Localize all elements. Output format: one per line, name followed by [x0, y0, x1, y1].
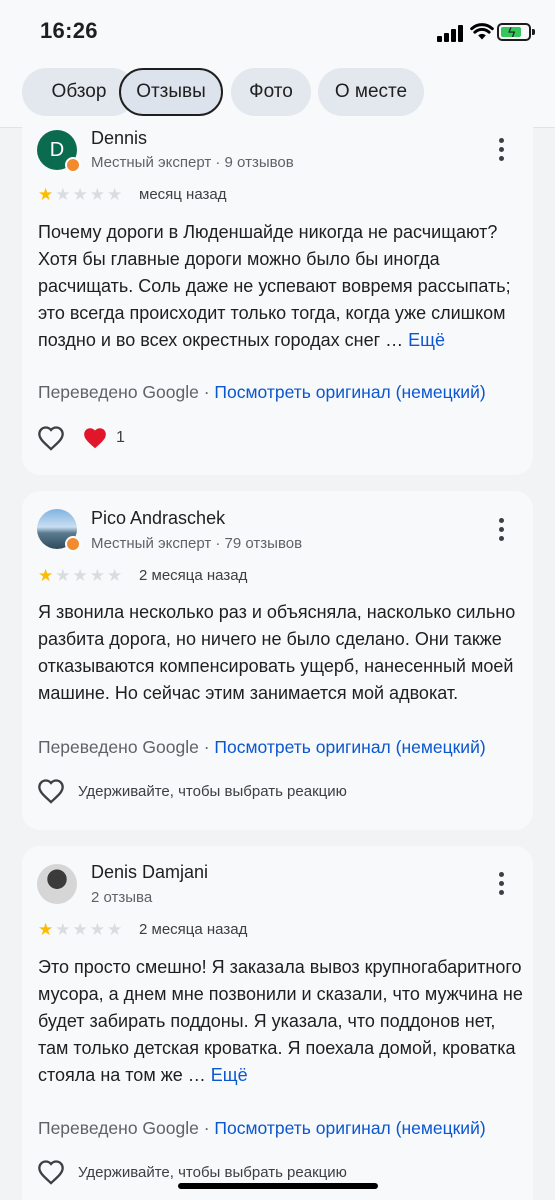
star-empty-icon: ★: [89, 566, 105, 585]
avatar[interactable]: [37, 509, 81, 552]
star-empty-icon: ★: [107, 920, 123, 939]
status-bar: 16:26 ϟ: [0, 0, 555, 62]
star-empty-icon: ★: [72, 185, 88, 204]
star-empty-icon: ★: [55, 920, 71, 939]
reviewer-name[interactable]: Dennis: [91, 128, 147, 149]
star-empty-icon: ★: [55, 566, 71, 585]
star-filled-icon: ★: [38, 566, 54, 585]
more-options-icon[interactable]: [494, 518, 508, 542]
translation-note: Переведено Google · Посмотреть оригинал …: [38, 382, 486, 402]
reviewer-name[interactable]: Denis Damjani: [91, 862, 208, 883]
see-original-link[interactable]: Посмотреть оригинал (немецкий): [214, 382, 485, 402]
avatar[interactable]: [37, 864, 77, 904]
star-filled-icon: ★: [38, 920, 54, 939]
translated-by-label: Переведено Google: [38, 737, 199, 757]
local-guide-badge-icon: [65, 536, 81, 552]
reviewer-meta: Местный эксперт · 79 отзывов: [91, 535, 303, 552]
review-text: Почему дороги в Люденшайде никогда не ра…: [38, 219, 528, 354]
tab-reviews[interactable]: Отзывы: [119, 68, 223, 116]
reaction-hint: Удерживайте, чтобы выбрать реакцию: [78, 783, 347, 800]
tab-about[interactable]: О месте: [318, 68, 424, 116]
star-rating: ★ ★ ★ ★ ★: [38, 186, 122, 203]
star-empty-icon: ★: [107, 566, 123, 585]
review-date: 2 месяца назад: [139, 567, 248, 584]
review-date: 2 месяца назад: [139, 921, 248, 938]
review-date: месяц назад: [139, 186, 227, 203]
star-empty-icon: ★: [72, 566, 88, 585]
battery-icon: ϟ: [497, 23, 535, 41]
review-body: Это просто смешно! Я заказала вывоз круп…: [38, 957, 523, 1085]
reactions[interactable]: 1: [82, 426, 125, 450]
cellular-signal-icon: [437, 25, 463, 42]
status-time: 16:26: [40, 18, 98, 43]
review-text: Я звонила несколько раз и объясняла, нас…: [38, 602, 516, 703]
red-heart-icon: [84, 428, 106, 449]
star-empty-icon: ★: [55, 185, 71, 204]
local-guide-badge-icon: [65, 157, 81, 173]
star-filled-icon: ★: [38, 185, 54, 204]
star-empty-icon: ★: [89, 920, 105, 939]
star-rating: ★ ★ ★ ★ ★: [38, 921, 122, 938]
translated-by-label: Переведено Google: [38, 382, 199, 402]
avatar-letter: D: [49, 138, 65, 161]
avatar[interactable]: D: [37, 130, 81, 173]
reaction-count: 1: [116, 429, 125, 446]
star-rating: ★ ★ ★ ★ ★: [38, 567, 122, 584]
like-heart-icon[interactable]: [37, 1159, 65, 1185]
like-heart-icon[interactable]: [37, 425, 65, 451]
review-text: Это просто смешно! Я заказала вывоз круп…: [38, 954, 528, 1089]
reaction-hint: Удерживайте, чтобы выбрать реакцию: [78, 1164, 347, 1181]
wifi-icon: [470, 23, 494, 40]
tab-photos[interactable]: Фото: [231, 68, 311, 116]
translated-by-label: Переведено Google: [38, 1118, 199, 1138]
home-indicator[interactable]: [178, 1183, 378, 1189]
more-options-icon[interactable]: [494, 138, 508, 162]
translation-note: Переведено Google · Посмотреть оригинал …: [38, 1118, 486, 1138]
review-card: Denis Damjani 2 отзыва ★ ★ ★ ★ ★ 2 месяц…: [22, 846, 533, 1200]
star-empty-icon: ★: [72, 920, 88, 939]
star-empty-icon: ★: [107, 185, 123, 204]
more-link[interactable]: Ещё: [211, 1065, 248, 1085]
reviewer-name[interactable]: Pico Andraschek: [91, 508, 225, 529]
star-empty-icon: ★: [89, 185, 105, 204]
see-original-link[interactable]: Посмотреть оригинал (немецкий): [214, 1118, 485, 1138]
reviewer-meta: Местный эксперт · 9 отзывов: [91, 154, 294, 171]
reviewer-meta: 2 отзыва: [91, 889, 153, 906]
like-heart-icon[interactable]: [37, 778, 65, 804]
more-link[interactable]: Ещё: [408, 330, 445, 350]
review-card: D Dennis Местный эксперт · 9 отзывов ★ ★…: [22, 118, 533, 475]
more-options-icon[interactable]: [494, 872, 508, 896]
review-card: Pico Andraschek Местный эксперт · 79 отз…: [22, 491, 533, 830]
translation-note: Переведено Google · Посмотреть оригинал …: [38, 737, 486, 757]
see-original-link[interactable]: Посмотреть оригинал (немецкий): [214, 737, 485, 757]
